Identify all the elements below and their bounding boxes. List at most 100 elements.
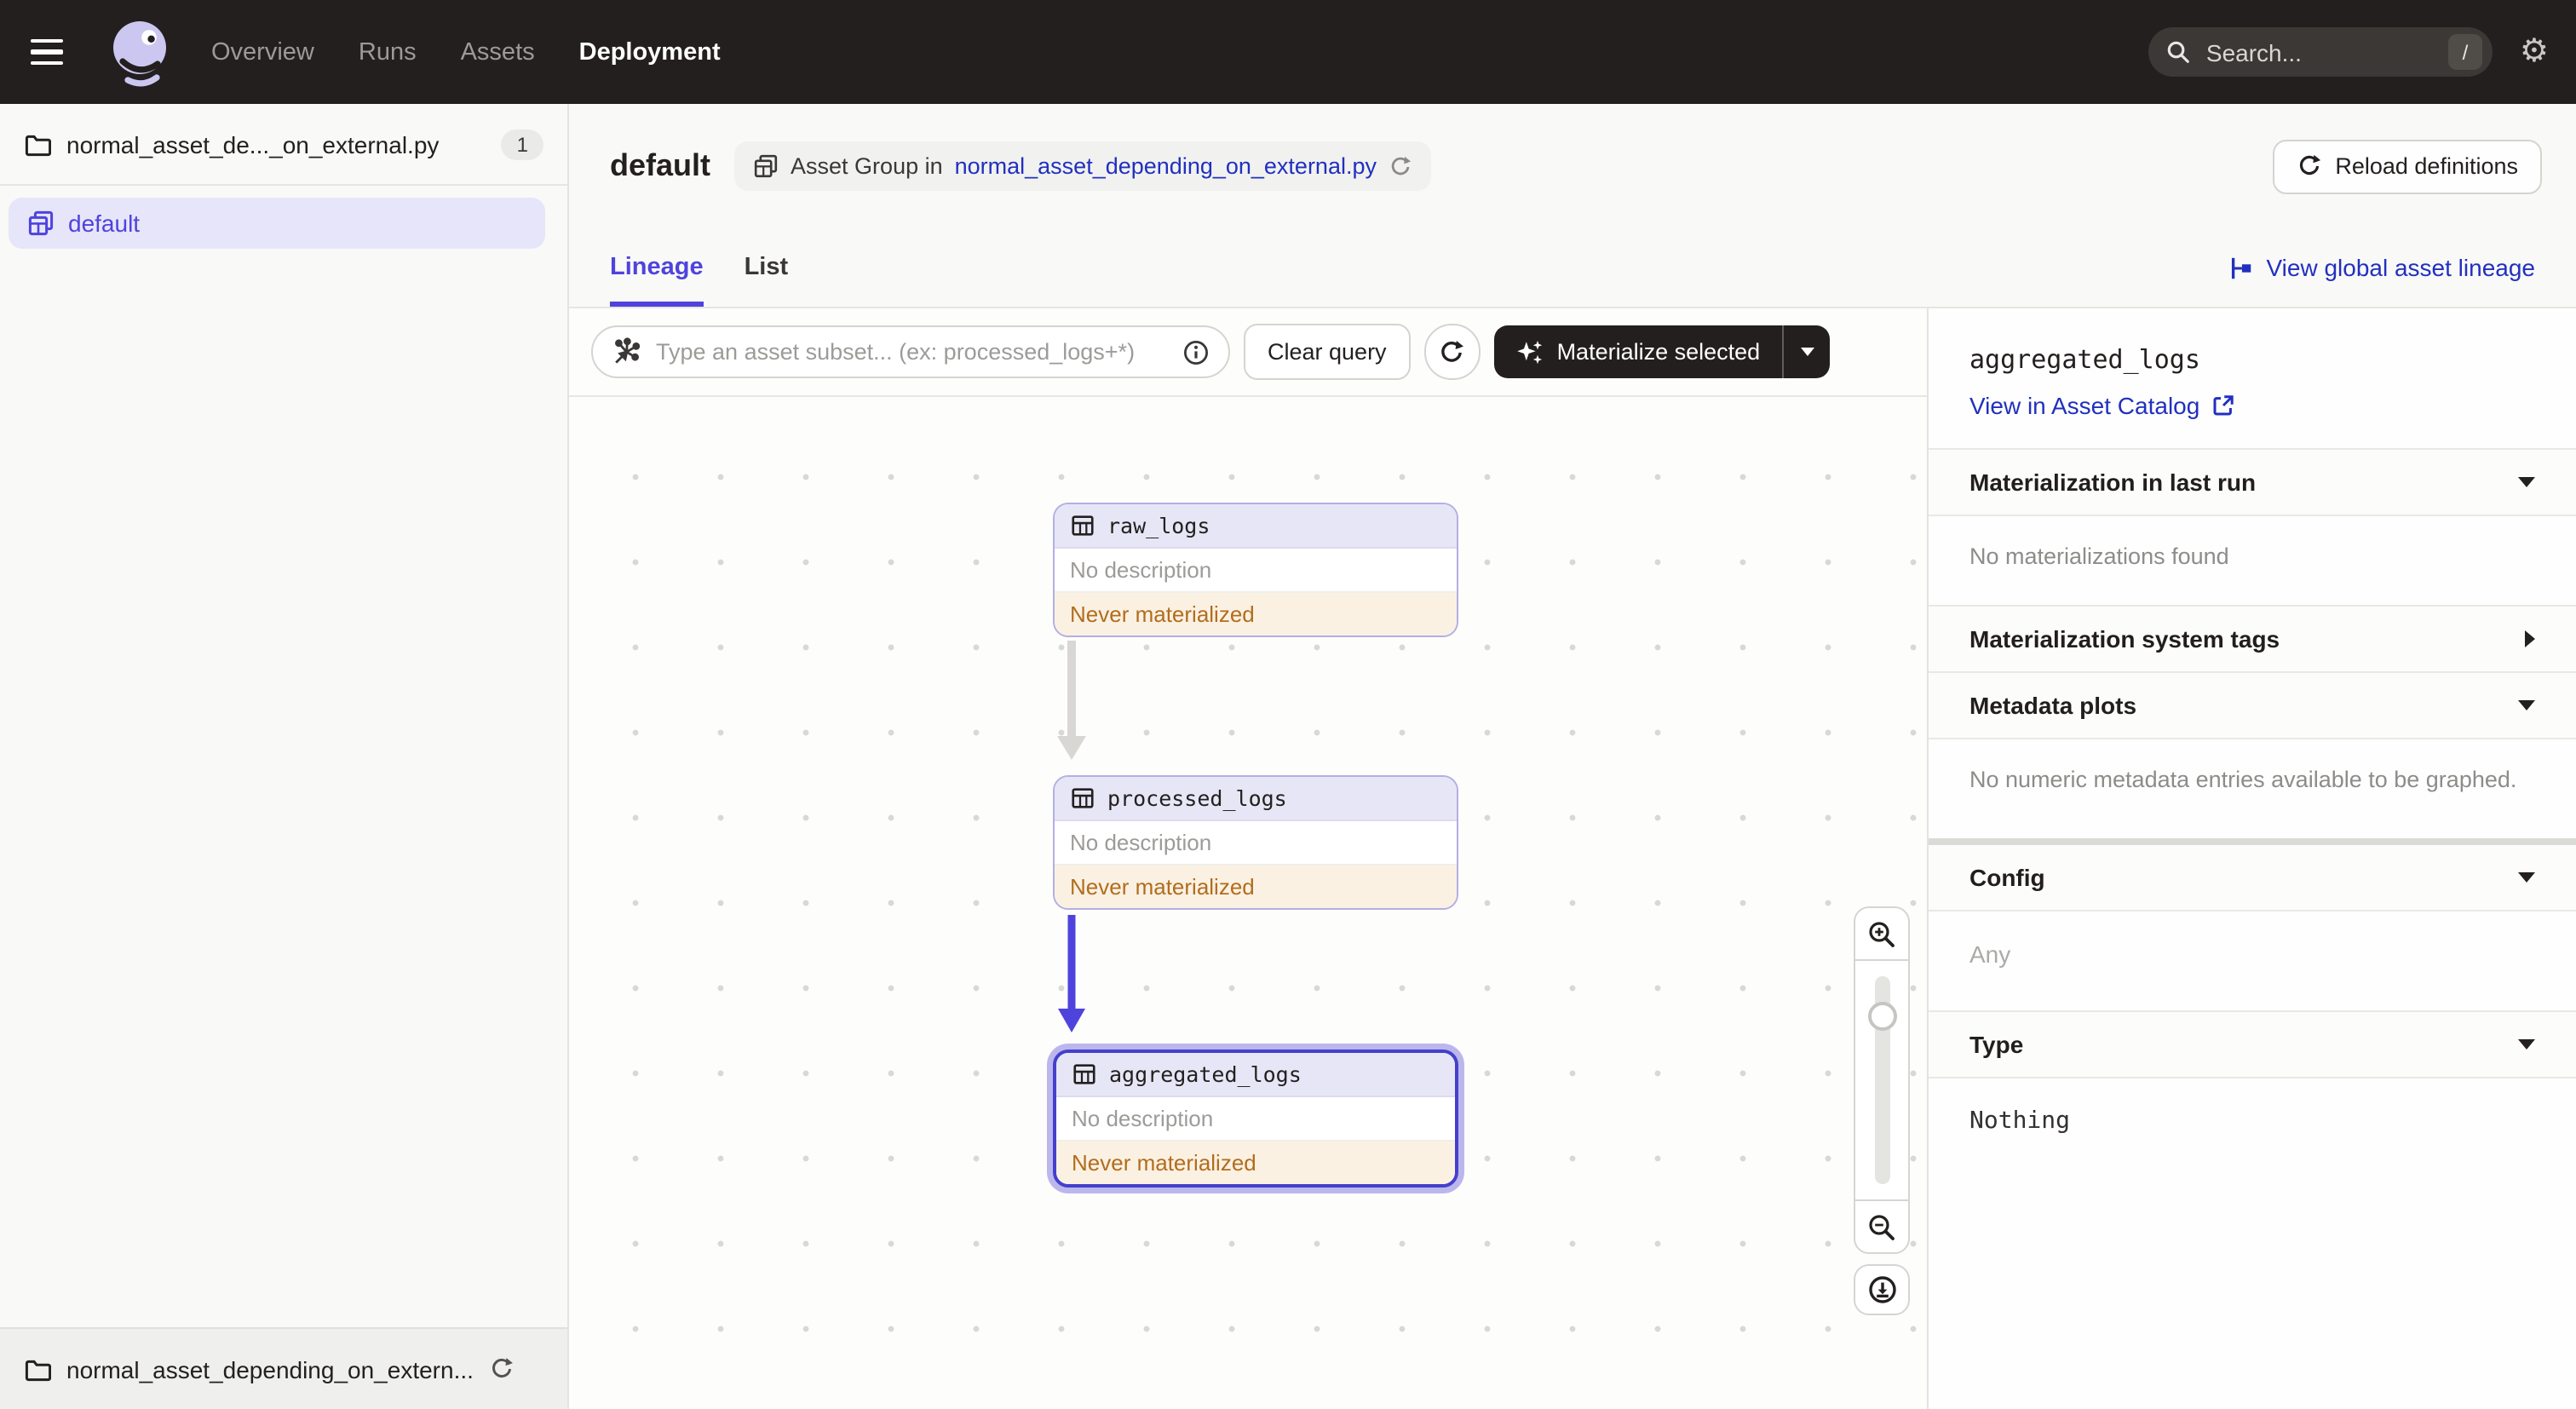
top-nav-bar: Overview Runs Assets Deployment / ⚙ xyxy=(0,0,2576,104)
asset-group-icon xyxy=(754,154,778,178)
table-icon xyxy=(1072,788,1094,808)
tab-list[interactable]: List xyxy=(745,228,789,307)
sidebar-item-label: default xyxy=(68,210,141,237)
section-label: Type xyxy=(1969,1031,2024,1058)
materialize-selected-button[interactable]: Materialize selected xyxy=(1494,325,1783,378)
dagster-logo-icon[interactable] xyxy=(106,14,174,89)
table-icon xyxy=(1072,515,1094,536)
chevron-down-icon xyxy=(2518,700,2535,710)
zoom-controls xyxy=(1854,906,1910,1254)
chevron-down-icon xyxy=(2518,477,2535,487)
hamburger-menu-icon[interactable] xyxy=(27,23,89,81)
asset-node-aggregated-logs[interactable]: aggregated_logs No description Never mat… xyxy=(1053,1050,1458,1188)
asset-node-raw-logs[interactable]: raw_logs No description Never materializ… xyxy=(1053,503,1458,637)
asset-status: Never materialized xyxy=(1056,1142,1455,1184)
asset-name: processed_logs xyxy=(1107,785,1287,811)
download-image-button[interactable] xyxy=(1854,1264,1910,1315)
asset-name: aggregated_logs xyxy=(1109,1061,1302,1087)
view-in-asset-catalog-link[interactable]: View in Asset Catalog xyxy=(1969,392,2535,419)
zoom-in-icon xyxy=(1869,921,1895,946)
chevron-down-icon xyxy=(2518,872,2535,883)
gear-icon[interactable]: ⚙ xyxy=(2520,36,2549,68)
section-label: Config xyxy=(1969,864,2045,891)
asset-group-icon xyxy=(28,210,54,236)
reload-definitions-button[interactable]: Reload definitions xyxy=(2272,139,2542,193)
tab-lineage[interactable]: Lineage xyxy=(610,228,704,307)
search-input[interactable] xyxy=(2202,37,2436,67)
materialize-selected-label: Materialize selected xyxy=(1556,339,1761,365)
asset-subset-query-field[interactable] xyxy=(591,325,1230,378)
sparkle-icon xyxy=(1516,340,1542,364)
asset-node-processed-logs[interactable]: processed_logs No description Never mate… xyxy=(1053,775,1458,910)
lineage-canvas[interactable]: raw_logs No description Never materializ… xyxy=(569,397,1927,1409)
folder-icon xyxy=(25,1359,51,1381)
asset-selector-icon xyxy=(614,337,641,364)
refresh-icon xyxy=(1441,340,1464,361)
refresh-icon xyxy=(2299,154,2320,175)
selected-asset-title: aggregated_logs xyxy=(1969,344,2200,375)
refresh-icon[interactable] xyxy=(489,1356,515,1382)
nav-assets[interactable]: Assets xyxy=(461,38,535,66)
zoom-out-button[interactable] xyxy=(1855,1199,1908,1252)
view-global-asset-lineage-link[interactable]: View global asset lineage xyxy=(2229,254,2536,281)
section-type[interactable]: Type xyxy=(1929,1010,2576,1078)
folder-icon xyxy=(25,134,51,156)
materialize-selected-split-button: Materialize selected xyxy=(1493,325,1831,378)
topbar-right: / ⚙ xyxy=(2148,27,2549,77)
section-materialization-in-last-run[interactable]: Materialization in last run xyxy=(1929,448,2576,516)
no-metadata-text: No numeric metadata entries available to… xyxy=(1969,767,2517,792)
type-value: Nothing xyxy=(1969,1107,2071,1135)
graph-toolbar: Clear query xyxy=(569,308,1927,397)
dagster-app: Overview Runs Assets Deployment / ⚙ xyxy=(0,0,2576,1409)
refresh-icon[interactable] xyxy=(1389,154,1412,178)
asset-status: Never materialized xyxy=(1055,593,1457,635)
refresh-graph-button[interactable] xyxy=(1423,324,1481,380)
global-search[interactable]: / xyxy=(2148,27,2493,77)
tag-prefix: Asset Group in xyxy=(791,153,943,179)
config-value: Any xyxy=(1969,940,2011,968)
asset-subset-input[interactable] xyxy=(653,337,1170,366)
external-link-icon xyxy=(2213,395,2234,416)
sidebar-repo-row[interactable]: normal_asset_de..._on_external.py 1 xyxy=(0,104,567,186)
asset-groups-sidebar: normal_asset_de..._on_external.py 1 defa… xyxy=(0,104,569,1409)
section-label: Metadata plots xyxy=(1969,692,2137,719)
page-header: default Asset Group in normal_asset_depe… xyxy=(569,104,2576,228)
chevron-down-icon xyxy=(2518,1039,2535,1050)
panel-divider xyxy=(1929,838,2576,845)
tabs-row: Lineage List View global asset lineage xyxy=(569,228,2576,308)
info-icon[interactable] xyxy=(1182,338,1210,365)
section-materialization-system-tags[interactable]: Materialization system tags xyxy=(1929,605,2576,673)
section-metadata-plots[interactable]: Metadata plots xyxy=(1929,671,2576,739)
download-icon xyxy=(1868,1276,1895,1303)
lineage-graph-icon xyxy=(2232,256,2251,279)
section-config[interactable]: Config xyxy=(1929,845,2576,912)
search-shortcut-badge: / xyxy=(2447,34,2482,70)
chevron-down-icon xyxy=(1800,348,1814,356)
reload-definitions-label: Reload definitions xyxy=(2335,153,2518,179)
zoom-out-icon xyxy=(1869,1214,1895,1239)
main-nav: Overview Runs Assets Deployment xyxy=(211,38,721,66)
asset-description: No description xyxy=(1055,549,1457,593)
no-materializations-text: No materializations found xyxy=(1969,543,2229,569)
asset-group-tag: Asset Group in normal_asset_depending_on… xyxy=(734,141,1431,191)
zoom-in-button[interactable] xyxy=(1855,908,1908,961)
section-label: Materialization system tags xyxy=(1969,625,2280,653)
sidebar-code-location-row[interactable]: normal_asset_depending_on_extern... xyxy=(0,1327,567,1409)
section-label: Materialization in last run xyxy=(1969,469,2257,496)
catalog-link-label: View in Asset Catalog xyxy=(1969,392,2200,419)
zoom-slider-thumb[interactable] xyxy=(1867,1002,1896,1031)
view-global-asset-lineage-label: View global asset lineage xyxy=(2266,254,2536,281)
asset-name: raw_logs xyxy=(1107,513,1210,538)
materialize-options-dropdown[interactable] xyxy=(1784,325,1830,378)
nav-overview[interactable]: Overview xyxy=(211,38,314,66)
sidebar-item-default-group[interactable]: default xyxy=(9,198,545,249)
page-title: default xyxy=(610,148,711,182)
nav-deployment[interactable]: Deployment xyxy=(579,38,721,66)
clear-query-button[interactable]: Clear query xyxy=(1244,324,1411,380)
asset-status: Never materialized xyxy=(1055,866,1457,908)
nav-runs[interactable]: Runs xyxy=(359,38,417,66)
code-location-link[interactable]: normal_asset_depending_on_external.py xyxy=(955,153,1377,179)
asset-description: No description xyxy=(1056,1097,1455,1142)
asset-detail-panel: aggregated_logs View in Asset Catalog Ma… xyxy=(1929,308,2576,1409)
zoom-slider[interactable] xyxy=(1855,961,1908,1199)
